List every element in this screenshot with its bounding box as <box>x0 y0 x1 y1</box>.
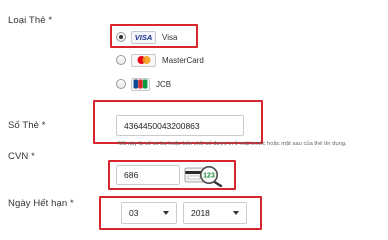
card-number-highlight-box <box>93 100 263 144</box>
mastercard-logo-icon <box>131 53 156 67</box>
jcb-option-label: JCB <box>156 79 172 89</box>
expiry-highlight-box <box>99 196 262 230</box>
expiry-label: Ngày Hết hạn * <box>8 198 74 209</box>
payment-form: Loại Thẻ * VISA Visa MasterCard JCB Số T… <box>0 0 388 233</box>
mastercard-radio[interactable] <box>116 55 126 65</box>
cvn-help-text: Mã này là số có ba hoặc bốn chữ số được … <box>118 141 347 147</box>
jcb-logo-icon <box>131 77 150 91</box>
card-type-option-jcb[interactable]: JCB <box>116 77 171 91</box>
card-type-label: Loại Thẻ * <box>8 15 53 26</box>
card-type-option-mastercard[interactable]: MasterCard <box>116 53 204 67</box>
mastercard-option-label: MasterCard <box>162 55 204 65</box>
jcb-radio[interactable] <box>116 79 126 89</box>
cvn-highlight-box <box>108 160 236 190</box>
cvn-label: CVN * <box>8 151 35 162</box>
card-number-label: Số Thẻ * <box>8 120 46 131</box>
visa-highlight-box <box>110 24 198 48</box>
